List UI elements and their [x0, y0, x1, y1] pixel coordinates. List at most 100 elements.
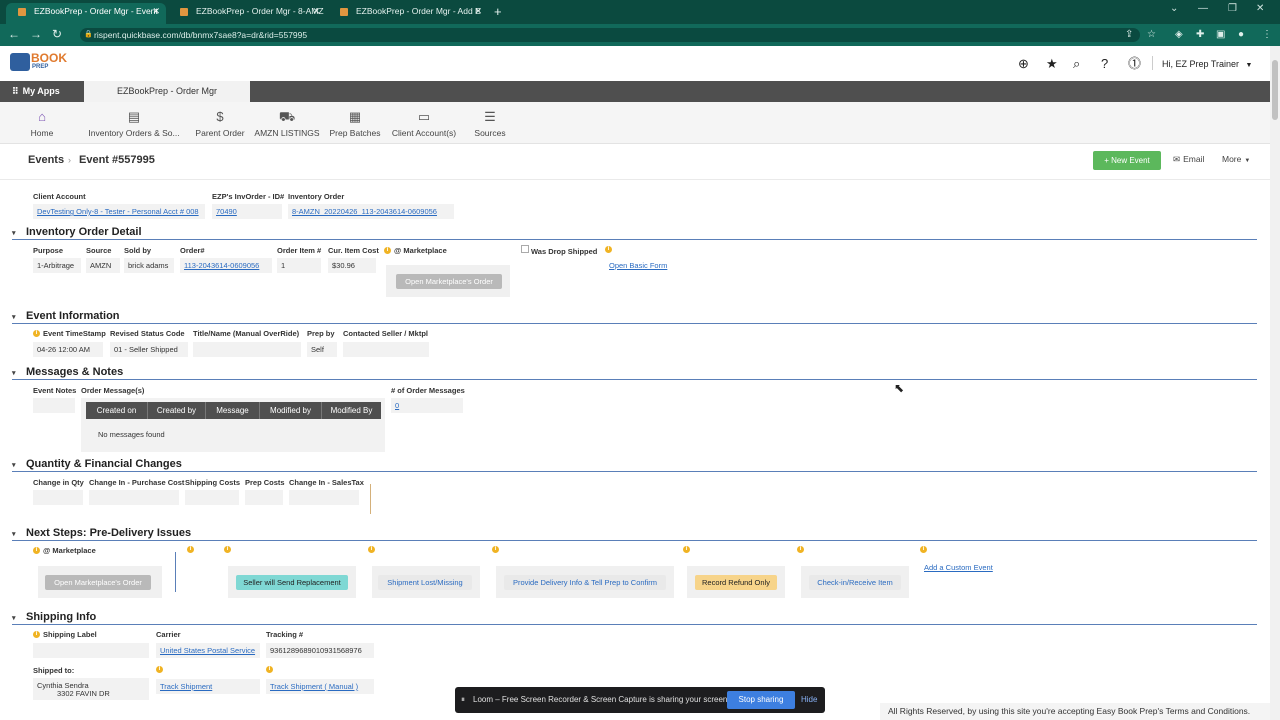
favicon-icon: [18, 8, 26, 16]
seller-replacement-button[interactable]: Seller will Send Replacement: [236, 575, 348, 590]
info-icon[interactable]: i: [797, 546, 804, 553]
close-icon[interactable]: ✕: [152, 3, 160, 20]
star-icon[interactable]: ★: [1046, 57, 1058, 71]
order-link[interactable]: 113-2043614-0609056: [184, 261, 259, 270]
browser-tab[interactable]: EZBookPrep - Order Mgr - Add E ✕: [328, 3, 488, 24]
open-basic-form-link[interactable]: Open Basic Form: [609, 261, 667, 270]
info-icon[interactable]: i: [492, 546, 499, 553]
toolbar-prep-batches[interactable]: ▦ Prep Batches: [328, 110, 382, 139]
info-icon[interactable]: i: [384, 247, 391, 254]
browser-tab[interactable]: EZBookPrep - Order Mgr - 8-AMZ ✕: [168, 3, 326, 24]
event-notes-value: [33, 398, 75, 413]
info-icon[interactable]: i: [187, 546, 194, 553]
section-messages-notes[interactable]: ▾ Messages & Notes: [12, 366, 1257, 380]
toolbar-sources[interactable]: ☰ Sources: [472, 110, 508, 139]
section-shipping-info[interactable]: ▾ Shipping Info: [12, 611, 1257, 625]
section-quantity-financial[interactable]: ▾ Quantity & Financial Changes: [12, 458, 1257, 472]
info-icon[interactable]: i: [156, 666, 163, 673]
column-created-on[interactable]: Created on: [86, 402, 148, 419]
provide-delivery-info-button[interactable]: Provide Delivery Info & Tell Prep to Con…: [504, 575, 666, 590]
browser-tab[interactable]: EZBookPrep - Order Mgr - Event ✕: [6, 3, 166, 24]
carrier-link[interactable]: United States Postal Service: [160, 646, 255, 655]
drop-shipped-checkbox[interactable]: [521, 245, 529, 253]
section-inventory-order-detail[interactable]: ▾ Inventory Order Detail: [12, 226, 1257, 240]
info-icon[interactable]: i: [605, 246, 612, 253]
source-label: Source: [86, 246, 112, 255]
client-account-link[interactable]: DevTesting Only-8 - Tester - Personal Ac…: [37, 207, 199, 216]
track-manual-link[interactable]: Track Shipment ( Manual ): [270, 682, 358, 691]
hide-button[interactable]: Hide: [801, 695, 817, 704]
open-marketplace-order-button[interactable]: Open Marketplace's Order: [396, 274, 502, 289]
section-event-information[interactable]: ▾ Event Information: [12, 310, 1257, 324]
chevron-down-icon[interactable]: ⌄: [1170, 3, 1178, 14]
info-icon[interactable]: i: [224, 546, 231, 553]
reload-icon[interactable]: ↻: [52, 28, 62, 41]
share-message: Loom – Free Screen Recorder & Screen Cap…: [473, 695, 730, 704]
search-icon[interactable]: ⌕: [1073, 57, 1080, 71]
restore-icon[interactable]: ❐: [1228, 3, 1237, 14]
profile-icon[interactable]: ●: [1238, 28, 1244, 41]
track-manual-value: Track Shipment ( Manual ): [266, 679, 374, 694]
email-button[interactable]: ✉ Email: [1173, 154, 1204, 165]
inventory-order-link[interactable]: 8-AMZN_20220426_113-2043614-0609056: [292, 207, 437, 216]
info-icon[interactable]: i: [33, 631, 40, 638]
puzzle-icon[interactable]: ✚: [1196, 28, 1204, 41]
close-window-icon[interactable]: ✕: [1256, 3, 1264, 14]
toolbar-client-accounts[interactable]: ▭ Client Account(s): [390, 110, 458, 139]
info-icon[interactable]: i: [368, 546, 375, 553]
extension-icon[interactable]: ◈: [1175, 28, 1183, 41]
scrollbar-thumb[interactable]: [1272, 60, 1278, 120]
forward-icon[interactable]: →: [30, 28, 42, 41]
url-field[interactable]: 🔒 rispent.quickbase.com/db/bnmx7sae8?a=d…: [80, 28, 1140, 42]
add-icon[interactable]: ⊕: [1018, 57, 1029, 71]
minimize-icon[interactable]: —: [1198, 3, 1208, 14]
column-modified-by-2[interactable]: Modified By: [322, 402, 381, 419]
help-icon[interactable]: ?: [1101, 57, 1108, 71]
star-icon[interactable]: ☆: [1147, 28, 1156, 41]
stop-sharing-button[interactable]: Stop sharing: [727, 691, 795, 709]
column-message[interactable]: Message: [206, 402, 260, 419]
cart-icon: ⛟: [278, 109, 296, 124]
column-created-by[interactable]: Created by: [148, 402, 206, 419]
info-icon[interactable]: i: [266, 666, 273, 673]
new-tab-icon[interactable]: +: [494, 4, 502, 19]
close-icon[interactable]: ✕: [312, 3, 320, 20]
carrier-label: Carrier: [156, 630, 181, 639]
my-apps-button[interactable]: ⠿ My Apps: [12, 86, 60, 97]
info-icon[interactable]: i: [33, 547, 40, 554]
toolbar-home[interactable]: ⌂ Home: [22, 110, 62, 139]
info-icon[interactable]: i: [920, 546, 927, 553]
inventory-order-value: 8-AMZN_20220426_113-2043614-0609056: [288, 204, 454, 219]
breadcrumb-events[interactable]: Events: [28, 154, 64, 166]
info-icon[interactable]: i: [683, 546, 690, 553]
track-shipment-link[interactable]: Track Shipment: [160, 682, 212, 691]
menu-icon[interactable]: ⋮: [1262, 28, 1272, 41]
toolbar-amzn-listings[interactable]: ⛟ AMZN LISTINGS: [254, 109, 320, 139]
user-menu[interactable]: Hi, EZ Prep Trainer ▼: [1162, 59, 1252, 69]
record-refund-button[interactable]: Record Refund Only: [695, 575, 777, 590]
tab-title: EZBookPrep - Order Mgr - 8-AMZ: [196, 6, 324, 16]
next-open-marketplace-button[interactable]: Open Marketplace's Order: [45, 575, 151, 590]
section-next-steps[interactable]: ▾ Next Steps: Pre-Delivery Issues: [12, 527, 1257, 541]
logo-icon[interactable]: [10, 53, 30, 71]
new-event-button[interactable]: + New Event: [1093, 151, 1161, 170]
footer-legal: All Rights Reserved, by using this site …: [880, 703, 1270, 720]
carrier-value: United States Postal Service: [156, 643, 260, 658]
add-custom-event-link[interactable]: Add a Custom Event: [924, 563, 993, 572]
app-tab[interactable]: EZBookPrep - Order Mgr: [84, 81, 250, 102]
message-count-link[interactable]: 0: [395, 401, 399, 410]
invorder-link[interactable]: 70490: [216, 207, 237, 216]
toolbar-parent-order[interactable]: $ Parent Order: [192, 110, 248, 139]
back-icon[interactable]: ←: [8, 28, 20, 41]
shipment-lost-button[interactable]: Shipment Lost/Missing: [378, 575, 472, 590]
column-modified-by[interactable]: Modified by: [260, 402, 322, 419]
close-icon[interactable]: ✕: [474, 3, 482, 20]
info-icon[interactable]: i: [33, 330, 40, 337]
sidebar-icon[interactable]: ▣: [1216, 28, 1225, 41]
alert-icon[interactable]: ⓵: [1128, 57, 1141, 71]
toolbar-inventory-orders[interactable]: ▤ Inventory Orders & So...: [86, 110, 182, 139]
more-button[interactable]: More ▼: [1222, 154, 1250, 164]
checkin-receive-button[interactable]: Check-in/Receive Item: [809, 575, 901, 590]
share-icon[interactable]: ⇪: [1125, 28, 1133, 41]
scrollbar[interactable]: [1270, 46, 1280, 720]
